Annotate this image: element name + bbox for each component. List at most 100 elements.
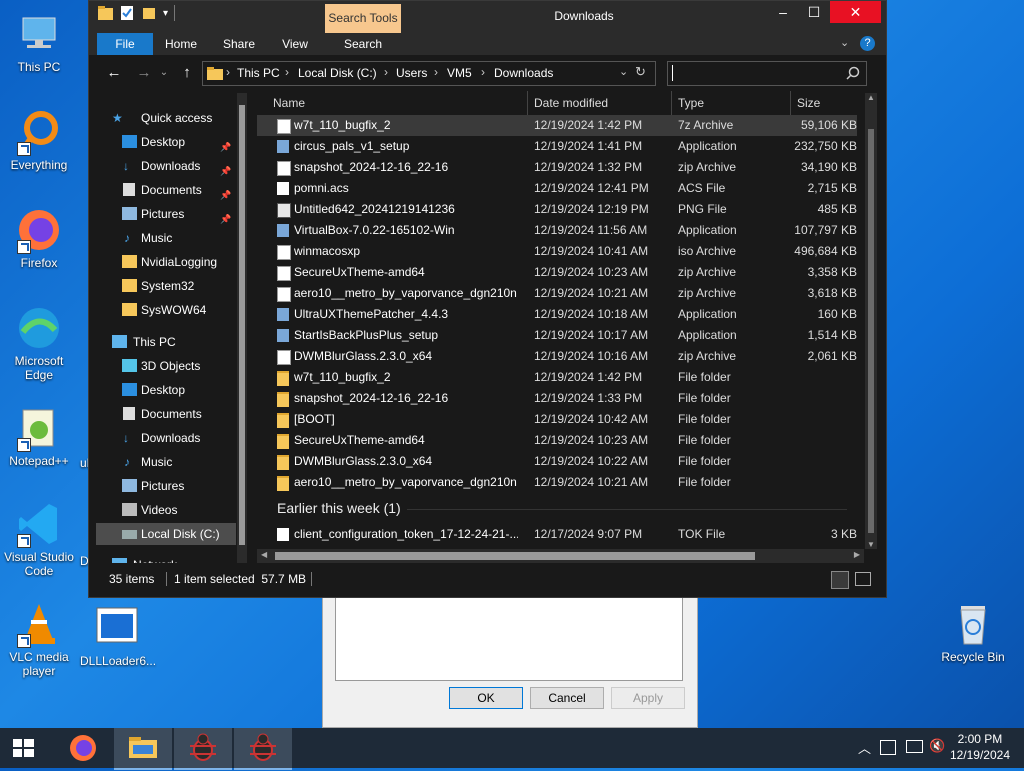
tab-view[interactable]: View xyxy=(275,33,315,55)
file-row[interactable]: aero10__metro_by_vaporvance_dgn210n 12/19… xyxy=(257,472,857,493)
taskbar-file-explorer[interactable] xyxy=(114,728,172,770)
nav-pc-documents[interactable]: Documents xyxy=(96,403,236,425)
customize-toolbar-icon[interactable]: ▾ xyxy=(163,8,168,19)
breadcrumb-downloads[interactable]: Downloads xyxy=(494,66,553,80)
nav-desktop[interactable]: Desktop 📌 xyxy=(96,131,236,153)
file-row[interactable]: UltraUXThemePatcher_4.4.3 12/19/2024 10:1… xyxy=(257,304,857,325)
nav-syswow64[interactable]: SysWOW64 xyxy=(96,299,236,321)
file-row[interactable]: Untitled642_20241219141236 12/19/2024 12:… xyxy=(257,199,857,220)
tab-search[interactable]: Search xyxy=(339,33,387,55)
file-row[interactable]: DWMBlurGlass.2.3.0_x64 12/19/2024 10:22 A… xyxy=(257,451,857,472)
properties-icon[interactable] xyxy=(119,5,135,21)
up-icon[interactable]: ↑ xyxy=(178,64,196,82)
maximize-button[interactable]: ☐ xyxy=(799,1,829,23)
file-row[interactable]: snapshot_2024-12-16_22-16 12/19/2024 1:33… xyxy=(257,388,857,409)
desktop-icon-notepadpp[interactable]: Notepad++ xyxy=(2,404,76,468)
nav-scrollbar[interactable] xyxy=(237,93,247,563)
nav-scrollbar-thumb[interactable] xyxy=(239,105,245,545)
breadcrumb-this-pc[interactable]: This PC xyxy=(237,66,280,80)
file-row[interactable]: [BOOT] 12/19/2024 10:42 AM File folder xyxy=(257,409,857,430)
file-row[interactable]: DWMBlurGlass.2.3.0_x64 12/19/2024 10:16 A… xyxy=(257,346,857,367)
refresh-icon[interactable]: ↻ xyxy=(635,64,646,80)
desktop-icon-dllloader[interactable]: DLLLoader6... xyxy=(80,604,156,668)
file-row[interactable]: StartIsBackPlusPlus_setup 12/19/2024 10:1… xyxy=(257,325,857,346)
file-row[interactable]: snapshot_2024-12-16_22-16 12/19/2024 1:32… xyxy=(257,157,857,178)
nav-system32[interactable]: System32 xyxy=(96,275,236,297)
tab-file[interactable]: File xyxy=(97,33,153,55)
nav-pc-downloads[interactable]: ↓ Downloads xyxy=(96,427,236,449)
search-tools-context-tab[interactable]: Search Tools xyxy=(325,4,401,33)
group-header-earlier-this-week[interactable]: Earlier this week (1) xyxy=(277,500,401,516)
horizontal-scrollbar[interactable]: ◀ ▶ xyxy=(257,549,864,563)
column-divider[interactable] xyxy=(527,91,528,115)
nav-pc-desktop[interactable]: Desktop xyxy=(96,379,236,401)
network-icon[interactable] xyxy=(906,740,923,753)
nav-documents[interactable]: Documents 📌 xyxy=(96,179,236,201)
nav-pc-pictures[interactable]: Pictures xyxy=(96,475,236,497)
details-view-icon[interactable] xyxy=(831,571,849,589)
large-icons-view-icon[interactable] xyxy=(855,572,871,586)
search-icon[interactable] xyxy=(846,66,860,80)
nav-quick-access[interactable]: ★ Quick access xyxy=(104,107,244,129)
title-bar[interactable]: ▾ Search Tools Downloads – ☐ ✕ xyxy=(89,1,886,33)
minimize-button[interactable]: – xyxy=(768,1,798,23)
new-folder-icon[interactable] xyxy=(141,5,157,21)
nav-3d-objects[interactable]: 3D Objects xyxy=(96,355,236,377)
scroll-right-icon[interactable]: ▶ xyxy=(854,550,860,559)
file-row[interactable]: SecureUxTheme-amd64 12/19/2024 10:23 AM Fi… xyxy=(257,430,857,451)
column-header-date[interactable]: Date modified xyxy=(534,91,608,115)
desktop-icon-recycle-bin[interactable]: Recycle Bin xyxy=(936,600,1010,664)
column-header-type[interactable]: Type xyxy=(678,91,704,115)
column-divider[interactable] xyxy=(790,91,791,115)
forward-icon[interactable]: → xyxy=(135,64,153,82)
file-list-scrollbar-thumb[interactable] xyxy=(868,129,874,533)
file-row[interactable]: w7t_110_bugfix_2 12/19/2024 1:42 PM 7z Arc… xyxy=(257,115,857,136)
taskbar-firefox[interactable] xyxy=(54,728,112,768)
show-hidden-icons-chevron-icon[interactable]: ︿ xyxy=(858,738,871,757)
file-row[interactable]: circus_pals_v1_setup 12/19/2024 1:41 PM Ap… xyxy=(257,136,857,157)
file-row[interactable]: VirtualBox-7.0.22-165102-Win 12/19/2024 1… xyxy=(257,220,857,241)
nav-music[interactable]: ♪ Music xyxy=(96,227,236,249)
ok-button[interactable]: OK xyxy=(449,687,523,709)
action-center-icon[interactable] xyxy=(880,740,896,755)
desktop-icon-firefox[interactable]: Firefox xyxy=(2,206,76,270)
address-dropdown-icon[interactable]: ⌄ xyxy=(619,65,628,78)
nav-pc-music[interactable]: ♪ Music xyxy=(96,451,236,473)
cancel-button[interactable]: Cancel xyxy=(530,687,604,709)
nav-pc-videos[interactable]: Videos xyxy=(96,499,236,521)
file-list-scrollbar[interactable]: ▲ ▼ xyxy=(865,93,877,549)
scroll-up-icon[interactable]: ▲ xyxy=(867,93,875,102)
file-row[interactable]: SecureUxTheme-amd64 12/19/2024 10:23 AM zi… xyxy=(257,262,857,283)
help-icon[interactable]: ? xyxy=(860,36,875,51)
breadcrumb-vm5[interactable]: VM5 xyxy=(447,66,472,80)
horizontal-scrollbar-thumb[interactable] xyxy=(275,552,755,560)
taskbar-app-bug-2[interactable] xyxy=(234,728,292,770)
nav-local-disk[interactable]: Local Disk (C:) xyxy=(96,523,236,545)
file-row[interactable]: aero10__metro_by_vaporvance_dgn210n 12/19… xyxy=(257,283,857,304)
volume-muted-icon[interactable]: 🔇 xyxy=(929,738,945,754)
nav-network[interactable]: Network xyxy=(96,554,236,563)
close-button[interactable]: ✕ xyxy=(830,1,881,23)
tab-home[interactable]: Home xyxy=(159,33,203,55)
file-row[interactable]: w7t_110_bugfix_2 12/19/2024 1:42 PM File f… xyxy=(257,367,857,388)
breadcrumb-local-disk[interactable]: Local Disk (C:) xyxy=(298,66,377,80)
scroll-down-icon[interactable]: ▼ xyxy=(867,540,875,549)
dialog-listbox[interactable] xyxy=(335,591,683,681)
desktop-icon-vlc[interactable]: VLC media player xyxy=(2,600,76,678)
search-input[interactable] xyxy=(667,61,867,86)
taskbar-app-bug-1[interactable] xyxy=(174,728,232,770)
desktop-icon-everything[interactable]: Everything xyxy=(2,108,76,172)
file-row[interactable]: client_configuration_token_17-12-24-21-.… xyxy=(257,524,857,545)
desktop-icon-edge[interactable]: Microsoft Edge xyxy=(2,304,76,382)
column-header-name[interactable]: Name xyxy=(273,91,305,115)
recent-locations-icon[interactable]: ⌄ xyxy=(155,64,173,82)
column-divider[interactable] xyxy=(671,91,672,115)
nav-downloads[interactable]: ↓ Downloads 📌 xyxy=(96,155,236,177)
nav-nvidialogging[interactable]: NvidiaLogging xyxy=(96,251,236,273)
breadcrumb-users[interactable]: Users xyxy=(396,66,427,80)
scroll-left-icon[interactable]: ◀ xyxy=(261,550,267,559)
back-icon[interactable]: ← xyxy=(105,64,123,82)
desktop-icon-vscode[interactable]: Visual Studio Code xyxy=(2,500,76,578)
nav-pictures[interactable]: Pictures 📌 xyxy=(96,203,236,225)
expand-ribbon-icon[interactable]: ⌄ xyxy=(840,36,849,49)
